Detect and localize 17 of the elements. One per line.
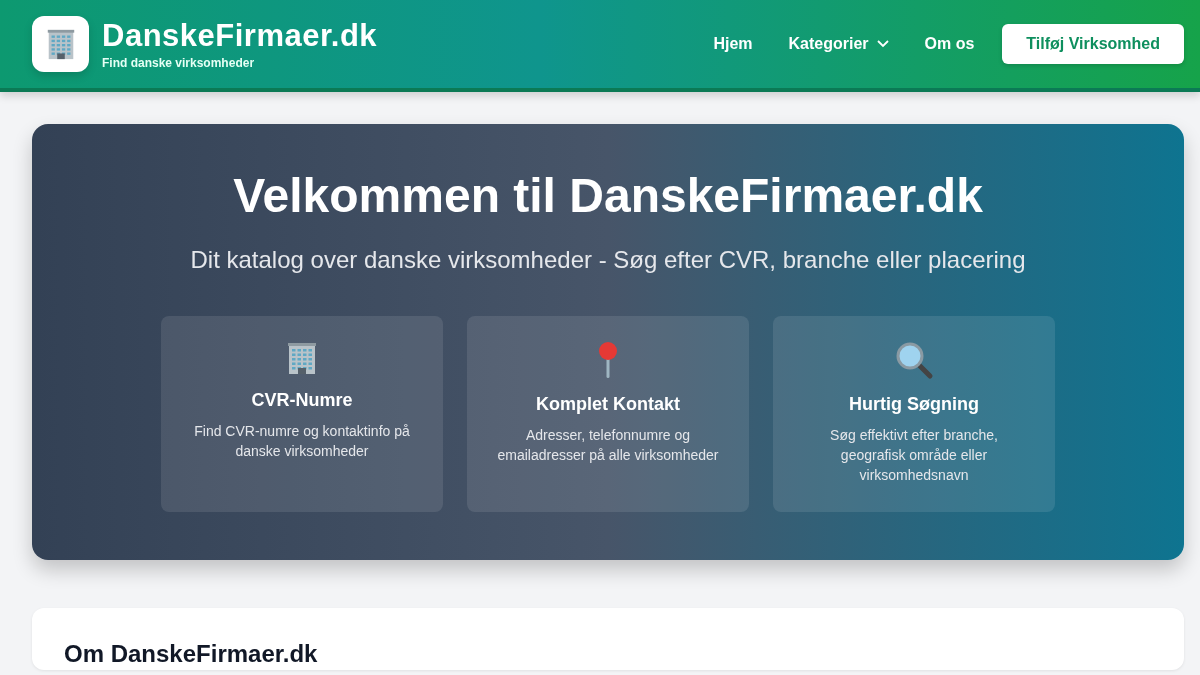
nav-link[interactable]: Om os <box>924 35 975 53</box>
feature-title: CVR-Numre <box>251 390 353 411</box>
site-title: DanskeFirmaer.dk <box>102 18 378 54</box>
search-icon <box>894 340 934 380</box>
nav-link[interactable]: Kategorier <box>788 35 889 53</box>
hero-title: Velkommen til DanskeFirmaer.dk <box>233 168 983 224</box>
add-company-button[interactable]: Tilføj Virksomhed <box>1002 24 1184 64</box>
about-title: Om DanskeFirmaer.dk <box>64 640 319 668</box>
nav-link[interactable]: Hjem <box>713 35 753 53</box>
feature-text: Søg effektivt efter branche, geografisk område eller virksomhedsnavn <box>829 426 999 485</box>
site-tagline: Find danske virksomheder <box>102 56 256 70</box>
feature-text: Adresser, telefonnumre og emailadresser på alle virksomheder <box>496 426 720 465</box>
feature-title: Hurtig Søgning <box>849 394 979 415</box>
feature-title: Komplet Kontakt <box>536 394 680 415</box>
chevron-icon <box>876 40 889 48</box>
hero-subtitle: Dit katalog over danske virksomheder - Søg efter CVR, branche eller placering <box>190 245 1026 275</box>
feature-text: Find CVR-numre og kontaktinfo på danske virksomheder <box>193 422 411 461</box>
